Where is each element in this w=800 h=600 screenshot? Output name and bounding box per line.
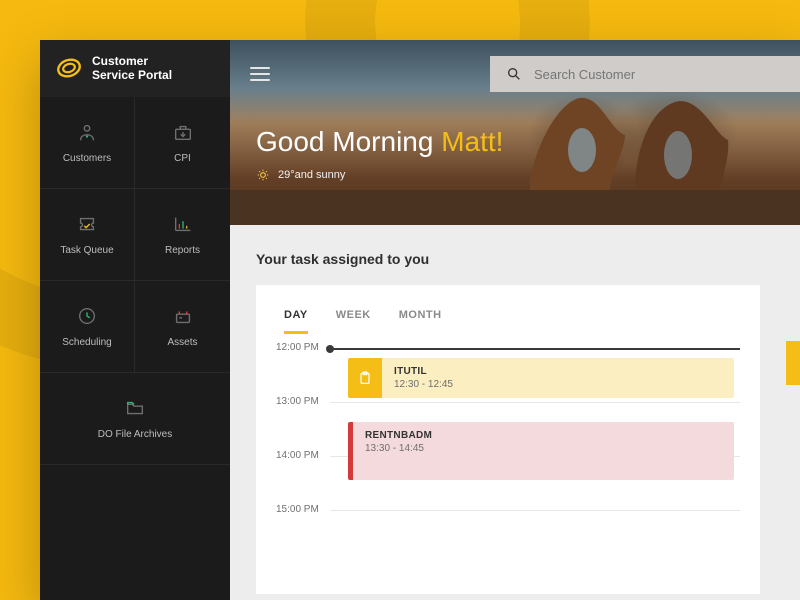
greeting-title: Good Morning Matt! (256, 126, 800, 158)
search-icon (506, 66, 522, 82)
sun-icon (256, 168, 270, 182)
weather: 29°and sunny (256, 168, 800, 182)
server-icon (172, 305, 194, 327)
time-rule (330, 510, 740, 511)
event-time: 12:30 - 12:45 (394, 379, 722, 390)
nav-task-queue[interactable]: Task Queue (40, 189, 135, 281)
event-rentnbadm[interactable]: RENTNBADM 13:30 - 14:45 (348, 422, 734, 480)
person-icon (76, 121, 98, 143)
time-label: 12:00 PM (276, 342, 319, 353)
event-body: ITUTIL 12:30 - 12:45 (382, 358, 734, 398)
brand-title: Customer Service Portal (92, 54, 172, 83)
ticket-icon (76, 213, 98, 235)
nav-label: Scheduling (62, 337, 111, 348)
nav-assets[interactable]: Assets (135, 281, 230, 373)
time-slot: 15:00 PM (276, 510, 740, 564)
time-label: 15:00 PM (276, 504, 319, 515)
nav-label: Assets (167, 337, 197, 348)
nav-label: CPI (174, 153, 191, 164)
clock-icon (76, 305, 98, 327)
tab-week[interactable]: WEEK (336, 303, 371, 334)
nav-label: Task Queue (60, 245, 113, 256)
tab-month[interactable]: MONTH (399, 303, 442, 334)
tab-day[interactable]: DAY (284, 303, 308, 334)
event-time: 13:30 - 14:45 (365, 443, 722, 454)
nav-label: Customers (63, 153, 111, 164)
sidebar: Customer Service Portal Customers CPI (40, 40, 230, 600)
time-label: 14:00 PM (276, 450, 319, 461)
tasks-panel: DAY WEEK MONTH 12:00 PM 13:00 PM 14:00 P… (256, 285, 760, 594)
nav-label: Reports (165, 245, 200, 256)
time-label: 13:00 PM (276, 396, 319, 407)
event-body: RENTNBADM 13:30 - 14:45 (353, 422, 734, 480)
inbox-icon (172, 121, 194, 143)
greeting: Good Morning Matt! 29°and sunny (230, 92, 800, 182)
nav-customers[interactable]: Customers (40, 97, 135, 189)
nav-archives[interactable]: DO File Archives (40, 373, 230, 465)
nav-reports[interactable]: Reports (135, 189, 230, 281)
app-window: Customer Service Portal Customers CPI (40, 40, 800, 600)
primary-nav: Customers CPI Task Queue Reports (40, 97, 230, 465)
weather-text: 29°and sunny (278, 169, 345, 181)
accent-strip (786, 341, 800, 385)
nav-cpi[interactable]: CPI (135, 97, 230, 189)
time-rule (330, 348, 740, 350)
search[interactable] (490, 56, 800, 92)
menu-toggle-button[interactable] (250, 67, 270, 81)
time-rule (330, 402, 740, 403)
nav-label: DO File Archives (98, 429, 172, 440)
event-itutil[interactable]: ITUTIL 12:30 - 12:45 (348, 358, 734, 398)
event-title: ITUTIL (394, 366, 722, 377)
event-title: RENTNBADM (365, 430, 722, 441)
folder-icon (124, 397, 146, 419)
section-title: Your task assigned to you (256, 251, 800, 267)
brand-logo-icon (56, 55, 82, 81)
clipboard-icon (348, 358, 382, 398)
timeline: 12:00 PM 13:00 PM 14:00 PM 15:00 PM (276, 348, 740, 564)
content: Your task assigned to you DAY WEEK MONTH… (230, 225, 800, 594)
topbar (230, 40, 800, 92)
main: Good Morning Matt! 29°and sunny Your tas… (230, 40, 800, 600)
bar-chart-icon (172, 213, 194, 235)
range-tabs: DAY WEEK MONTH (276, 303, 740, 334)
hero: Good Morning Matt! 29°and sunny (230, 40, 800, 225)
search-input[interactable] (534, 67, 784, 82)
brand: Customer Service Portal (40, 40, 230, 97)
nav-scheduling[interactable]: Scheduling (40, 281, 135, 373)
